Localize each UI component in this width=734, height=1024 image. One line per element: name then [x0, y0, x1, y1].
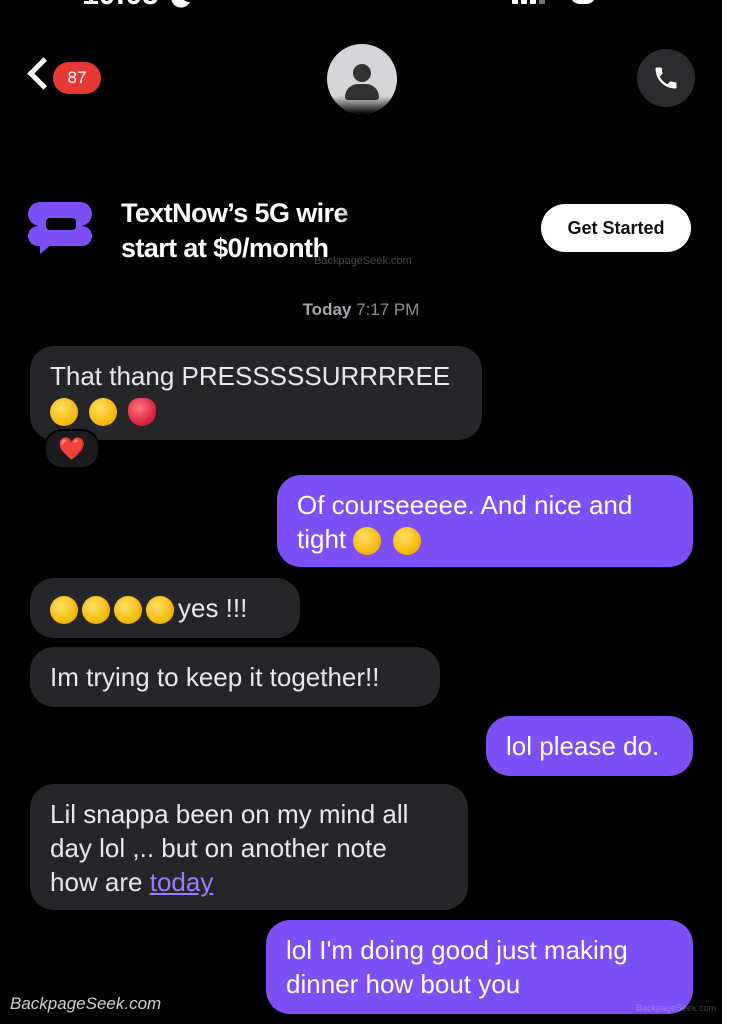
textnow-logo	[28, 202, 92, 254]
message-text-line2: dinner how bout you	[286, 969, 521, 999]
status-time: 10:05	[82, 0, 159, 12]
message-text-line1: lol I'm doing good just making	[286, 935, 628, 965]
message-text: Im trying to keep it together!!	[50, 662, 380, 692]
message-text-line2: tight	[297, 524, 347, 554]
timestamp-time: 7:17 PM	[356, 300, 420, 319]
unread-count-badge: 87	[53, 62, 101, 94]
wifi-icon	[570, 0, 596, 4]
message-bubble-outgoing[interactable]: lol I'm doing good just making dinner ho…	[266, 920, 693, 1014]
message-text-line1: Lil snappa been on my mind all	[50, 799, 409, 829]
call-button[interactable]	[637, 49, 695, 107]
messages-screen: 10:05 87 TextNow’s 5G wire start at $0/m…	[0, 0, 722, 1024]
message-bubble-incoming[interactable]: Lil snappa been on my mind all day lol ,…	[30, 784, 468, 910]
watermark: BackpageSeek.com	[314, 255, 412, 267]
phone-icon	[655, 67, 677, 89]
footer-watermark: BackpageSeek.com	[10, 994, 162, 1013]
get-started-button[interactable]: Get Started	[541, 204, 691, 252]
message-text-line3: how are	[50, 867, 150, 897]
signal-icon	[512, 0, 518, 4]
heart-reaction-badge[interactable]: ❤️	[44, 429, 100, 469]
message-bubble-outgoing[interactable]: Of courseeeee. And nice and tight	[277, 475, 693, 567]
message-text: Of courseeeee. And nice and	[297, 490, 633, 520]
heart-emoji-icon	[128, 398, 157, 427]
message-bubble-incoming[interactable]: Im trying to keep it together!!	[30, 647, 440, 707]
moon-icon	[171, 0, 190, 8]
weary-face-emoji-icon	[146, 596, 174, 625]
contact-avatar[interactable]	[327, 44, 397, 114]
message-text: lol please do.	[506, 731, 660, 761]
fearful-face-emoji-icon	[353, 527, 382, 556]
watermark-small: BackpageSeek.com	[636, 1003, 717, 1013]
tired-face-emoji-icon	[50, 398, 78, 427]
message-bubble-incoming[interactable]: yes !!!	[30, 578, 300, 638]
today-link[interactable]: today	[150, 867, 214, 897]
weary-face-emoji-icon	[50, 596, 78, 625]
message-text: yes !!!	[178, 593, 248, 623]
weary-face-emoji-icon	[114, 596, 142, 625]
message-text-line2: day lol ,.. but on another note	[50, 833, 387, 863]
message-text: That thang PRESSSSSURRRREE	[50, 361, 451, 391]
weary-face-emoji-icon	[82, 596, 110, 625]
flushed-face-emoji-icon	[89, 398, 118, 427]
fearful-face-emoji-icon	[392, 527, 421, 556]
conversation-timestamp: Today 7:17 PM	[0, 300, 722, 320]
message-bubble-outgoing[interactable]: lol please do.	[486, 716, 693, 776]
timestamp-day: Today	[302, 300, 352, 319]
emoji-row	[50, 393, 462, 427]
message-bubble-incoming[interactable]: That thang PRESSSSSURRRREE	[30, 346, 482, 440]
status-icons	[512, 0, 662, 10]
person-icon	[353, 64, 371, 82]
